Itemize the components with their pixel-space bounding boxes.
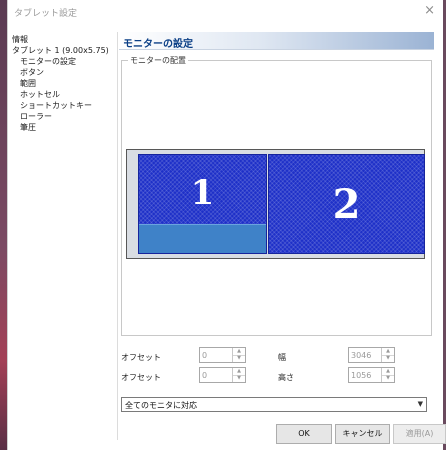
width-arrows[interactable]: ▲ ▼	[381, 348, 394, 362]
height-arrows[interactable]: ▲ ▼	[381, 368, 394, 382]
ok-button[interactable]: OK	[276, 424, 332, 444]
panel-header: モニターの設定	[119, 32, 434, 50]
spin-down-icon[interactable]: ▼	[382, 355, 394, 362]
offset-y-label: オフセット	[121, 373, 161, 382]
tree-item-hotcell[interactable]: ホットセル	[20, 89, 60, 100]
settings-tree: 情報 タブレット 1 (9.00x5.75) モニターの設定 ボタン 範囲 ホッ…	[10, 34, 116, 439]
tree-item-roller[interactable]: ローラー	[20, 111, 52, 122]
group-label: モニターの配置	[128, 55, 188, 66]
monitor-2-number: 2	[332, 181, 361, 228]
offset-x-input[interactable]	[202, 349, 232, 361]
tree-item-info[interactable]: 情報	[12, 34, 28, 45]
tree-item-monitor-settings[interactable]: モニターの設定	[20, 56, 76, 67]
width-spinner[interactable]: ▲ ▼	[348, 347, 395, 363]
width-input[interactable]	[351, 349, 381, 361]
tree-item-buttons[interactable]: ボタン	[20, 67, 44, 78]
spin-down-icon[interactable]: ▼	[382, 375, 394, 382]
tablet-mapped-area[interactable]	[139, 224, 266, 253]
panel-title: モニターの設定	[123, 39, 193, 50]
tree-item-range[interactable]: 範囲	[20, 78, 36, 89]
window-title: タブレット設定	[14, 9, 78, 19]
tree-divider	[117, 32, 118, 440]
tree-item-tablet[interactable]: タブレット 1 (9.00x5.75)	[12, 45, 109, 56]
monitor-mapping-dropdown[interactable]: 全てのモニタに対応 ▼	[121, 397, 427, 412]
desktop-background	[0, 0, 7, 450]
dropdown-value: 全てのモニタに対応	[125, 401, 197, 410]
tree-item-shortcut-keys[interactable]: ショートカットキー	[20, 100, 92, 111]
tree-item-pressure[interactable]: 筆圧	[20, 122, 36, 133]
offset-y-input[interactable]	[202, 369, 232, 381]
offset-x-spinner[interactable]: ▲ ▼	[199, 347, 246, 363]
tablet-settings-window: タブレット設定 × 情報 タブレット 1 (9.00x5.75) モニターの設定…	[7, 0, 446, 450]
offset-x-arrows[interactable]: ▲ ▼	[232, 348, 245, 362]
monitor-1[interactable]: 1	[138, 154, 267, 254]
offset-x-label: オフセット	[121, 353, 161, 362]
close-icon[interactable]: ×	[424, 3, 435, 18]
apply-button[interactable]: 適用(A)	[393, 424, 446, 444]
chevron-down-icon[interactable]: ▼	[418, 400, 423, 408]
offset-y-spinner[interactable]: ▲ ▼	[199, 367, 246, 383]
cancel-button[interactable]: キャンセル	[335, 424, 390, 444]
monitor-2[interactable]: 2	[268, 154, 425, 254]
width-label: 幅	[278, 353, 286, 362]
monitor-1-number: 1	[190, 173, 215, 213]
offset-y-arrows[interactable]: ▲ ▼	[232, 368, 245, 382]
monitor-layout-area: 1 2	[126, 149, 425, 259]
height-input[interactable]	[351, 369, 381, 381]
height-label: 高さ	[278, 373, 294, 382]
spin-down-icon[interactable]: ▼	[233, 355, 245, 362]
spin-down-icon[interactable]: ▼	[233, 375, 245, 382]
title-bar: タブレット設定 ×	[8, 0, 443, 24]
height-spinner[interactable]: ▲ ▼	[348, 367, 395, 383]
